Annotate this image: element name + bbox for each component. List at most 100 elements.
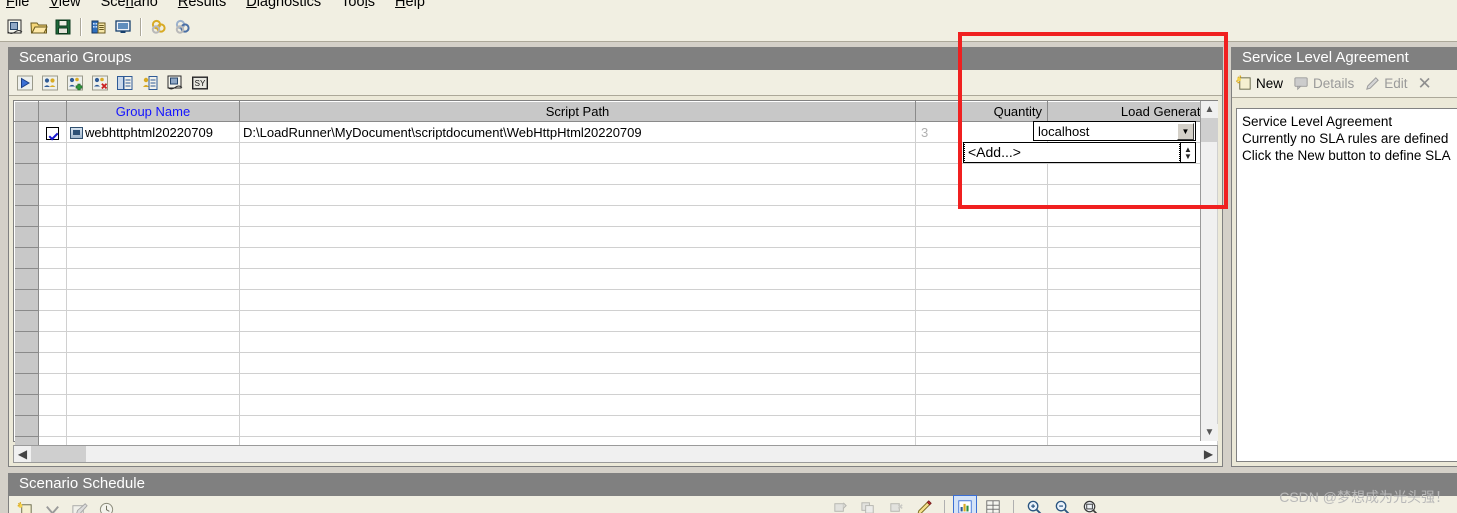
menu-diagnostics[interactable]: Diagnostics [244,0,323,10]
empty-cell[interactable] [38,205,67,227]
empty-cell[interactable] [915,373,1048,395]
vusers-icon[interactable] [39,72,61,94]
empty-cell[interactable] [239,247,916,269]
empty-cell[interactable] [38,331,67,353]
empty-cell[interactable] [66,352,240,374]
open-scenario-icon[interactable] [28,16,50,38]
empty-cell[interactable] [239,289,916,311]
row-selector-cell[interactable] [14,163,39,185]
row-selector-cell[interactable] [14,289,39,311]
new-schedule-icon[interactable] [14,498,36,513]
empty-cell[interactable] [1047,268,1218,290]
empty-cell[interactable] [915,310,1048,332]
empty-cell[interactable] [38,373,67,395]
row-selector-cell[interactable] [14,331,39,353]
empty-cell[interactable] [1047,163,1218,185]
remove-vuser-icon[interactable] [89,72,111,94]
col-header-enabled[interactable] [38,101,67,122]
empty-cell[interactable] [1047,394,1218,416]
schedule-down-icon[interactable] [41,498,63,513]
empty-cell[interactable] [1047,289,1218,311]
chevron-down-icon[interactable]: ▼ [1177,122,1194,140]
monitor-icon[interactable] [112,16,134,38]
menu-results[interactable]: Results [176,0,228,10]
table-row-empty[interactable] [14,373,1218,395]
empty-cell[interactable] [239,142,916,164]
save-scenario-icon[interactable] [52,16,74,38]
empty-cell[interactable] [239,163,916,185]
empty-cell[interactable] [1047,205,1218,227]
row-selector-cell[interactable] [14,184,39,206]
diagnostics-off-icon[interactable] [172,16,194,38]
row-selector-cell[interactable] [14,121,39,143]
table-row-empty[interactable] [14,247,1218,269]
start-scenario-icon[interactable] [14,72,36,94]
empty-cell[interactable] [38,163,67,185]
empty-cell[interactable] [239,268,916,290]
run-report-icon[interactable] [88,16,110,38]
row-enabled-cell[interactable] [38,121,67,143]
empty-cell[interactable] [239,331,916,353]
empty-cell[interactable] [1047,352,1218,374]
empty-cell[interactable] [1047,331,1218,353]
empty-cell[interactable] [915,289,1048,311]
group-enabled-checkbox[interactable] [46,126,59,140]
empty-cell[interactable] [38,184,67,206]
empty-cell[interactable] [66,289,240,311]
empty-cell[interactable] [915,415,1048,437]
empty-cell[interactable] [239,310,916,332]
empty-cell[interactable] [915,247,1048,269]
spinner-icon[interactable]: ▲ ▼ [1180,143,1195,162]
menu-help[interactable]: Help [393,0,427,10]
empty-cell[interactable] [915,184,1048,206]
zoom-in-icon[interactable] [1023,496,1045,513]
empty-cell[interactable] [66,247,240,269]
row-selector-cell[interactable] [14,415,39,437]
col-header-group-name[interactable]: Group Name [66,101,240,122]
empty-cell[interactable] [38,289,67,311]
sla-delete-button[interactable]: ✕ [1418,74,1432,94]
add-action-icon[interactable] [829,496,851,513]
empty-cell[interactable] [915,226,1048,248]
empty-cell[interactable] [1047,310,1218,332]
empty-cell[interactable] [239,415,916,437]
table-row-empty[interactable] [14,415,1218,437]
empty-cell[interactable] [239,394,916,416]
table-row-empty[interactable] [14,205,1218,227]
row-selector-cell[interactable] [14,310,39,332]
chart-view-icon[interactable] [953,495,977,513]
empty-cell[interactable] [66,142,240,164]
script-icon[interactable] [164,72,186,94]
col-header-select[interactable] [14,101,39,122]
zoom-fit-icon[interactable] [1079,496,1101,513]
grid-view-icon[interactable] [982,496,1004,513]
group-details-icon[interactable] [114,72,136,94]
row-selector-cell[interactable] [14,352,39,374]
table-row-empty[interactable] [14,331,1218,353]
empty-cell[interactable] [66,373,240,395]
table-row-empty[interactable] [14,184,1218,206]
horizontal-scroll-thumb[interactable] [31,446,86,462]
empty-cell[interactable] [38,268,67,290]
col-header-quantity[interactable]: Quantity [915,101,1048,122]
edit-schedule-icon[interactable] [68,498,90,513]
row-selector-cell[interactable] [14,373,39,395]
empty-cell[interactable] [915,268,1048,290]
empty-cell[interactable] [239,373,916,395]
sla-new-button[interactable]: New [1236,75,1283,92]
empty-cell[interactable] [66,310,240,332]
row-selector-cell[interactable] [14,205,39,227]
empty-cell[interactable] [66,394,240,416]
zoom-out-icon[interactable] [1051,496,1073,513]
empty-cell[interactable] [38,352,67,374]
vertical-scroll-thumb[interactable] [1201,118,1218,142]
empty-cell[interactable] [66,226,240,248]
empty-cell[interactable] [1047,247,1218,269]
empty-cell[interactable] [239,184,916,206]
menu-file[interactable]: File [4,0,31,10]
load-generator-combobox[interactable]: localhost ▼ [1033,121,1196,141]
empty-cell[interactable] [66,184,240,206]
empty-cell[interactable] [38,247,67,269]
table-row-empty[interactable] [14,310,1218,332]
menu-scenario[interactable]: Scenario [99,0,160,10]
